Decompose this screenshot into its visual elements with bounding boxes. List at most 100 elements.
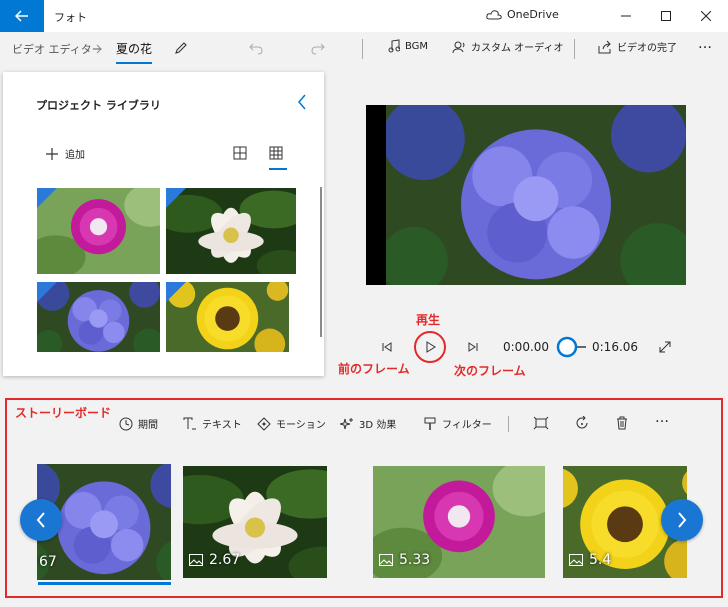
clip-duration-label: 5.33: [379, 552, 430, 568]
chevron-left-icon: [298, 94, 306, 110]
breadcrumb-current[interactable]: 夏の花: [116, 40, 153, 64]
next-frame-annotation: 次のフレーム: [454, 364, 526, 378]
breadcrumb-parent[interactable]: ビデオ エディター: [12, 41, 103, 57]
redo-button[interactable]: [308, 38, 328, 58]
bgm-label: BGM: [405, 40, 429, 52]
more-icon: …: [655, 410, 669, 426]
storyboard-more-button[interactable]: …: [655, 410, 669, 426]
collapse-library-button[interactable]: [297, 94, 307, 113]
storyboard-clip[interactable]: 5.33: [373, 466, 545, 578]
3d-effects-button[interactable]: 3D 効果: [340, 416, 396, 431]
motion-icon: [257, 416, 271, 431]
brush-icon: [424, 417, 436, 430]
onedrive-label: OneDrive: [507, 8, 559, 21]
library-item[interactable]: [166, 282, 289, 352]
motion-button[interactable]: モーション: [257, 416, 326, 431]
duration-button[interactable]: 期間: [119, 416, 158, 431]
rotate-icon: [576, 416, 588, 429]
next-frame-button[interactable]: [464, 338, 482, 356]
library-item[interactable]: [166, 188, 296, 274]
maximize-icon: [661, 11, 671, 21]
next-frame-icon: [468, 342, 478, 352]
clip-duration-label: 67: [39, 554, 57, 570]
clip-duration: 5.33: [399, 552, 431, 568]
total-time: 0:16.06: [592, 340, 639, 354]
library-scrollbar[interactable]: [320, 187, 322, 337]
text-button[interactable]: テキスト: [183, 416, 242, 431]
maximize-button[interactable]: [644, 0, 688, 32]
delete-button[interactable]: [615, 416, 629, 430]
expand-icon: [659, 341, 671, 353]
project-library-panel: プロジェクト ライブラリ 追加: [3, 72, 324, 376]
play-button[interactable]: [421, 338, 439, 356]
custom-audio-label: カスタム オーディオ: [471, 43, 564, 54]
arrow-left-icon: [15, 10, 28, 22]
undo-icon: [249, 43, 263, 55]
scroll-right-button[interactable]: [661, 499, 703, 541]
undo-button[interactable]: [246, 38, 266, 58]
text-label: テキスト: [202, 420, 242, 431]
storyboard-clip[interactable]: 2.67: [183, 466, 327, 578]
divider: [508, 416, 509, 432]
previous-frame-icon: [382, 342, 392, 352]
fullscreen-button[interactable]: [656, 338, 674, 356]
redo-icon: [311, 43, 325, 55]
play-icon: [426, 341, 436, 353]
crop-button[interactable]: [533, 416, 549, 430]
filter-button[interactable]: フィルター: [423, 416, 492, 431]
used-marker: [166, 282, 186, 302]
seek-slider-graphic: [556, 336, 586, 358]
selected-clip-indicator: [38, 582, 171, 585]
sparkle-icon: [340, 417, 353, 429]
back-button[interactable]: [0, 0, 44, 32]
finish-video-label: ビデオの完了: [617, 43, 677, 54]
resize-crop-icon: [533, 416, 549, 430]
seek-slider[interactable]: [556, 336, 586, 358]
chevron-right-icon: [678, 512, 687, 528]
video-preview[interactable]: [366, 105, 686, 285]
more-options-button[interactable]: …: [698, 36, 712, 52]
minimize-button[interactable]: [604, 0, 648, 32]
small-thumbnail-view-button[interactable]: [269, 146, 287, 170]
divider: [362, 39, 363, 59]
storyboard-panel: ストーリーボード 期間 テキスト モーション 3D 効果 フィルター … 67: [5, 398, 723, 598]
photo-icon: [379, 554, 393, 566]
grid-large-icon: [233, 146, 247, 160]
share-export-icon: [598, 40, 611, 53]
clip-duration-label: 5.4: [569, 552, 611, 568]
add-label: 追加: [65, 150, 85, 161]
rotate-button[interactable]: [575, 416, 589, 430]
trash-icon: [617, 416, 627, 430]
current-time: 0:00.00: [503, 340, 550, 354]
scroll-left-button[interactable]: [20, 499, 62, 541]
rename-button[interactable]: [171, 38, 191, 58]
chevron-left-icon: [36, 512, 45, 528]
close-icon: [701, 11, 711, 21]
onedrive-status[interactable]: OneDrive: [486, 8, 559, 21]
filter-label: フィルター: [442, 420, 492, 431]
add-media-button[interactable]: 追加: [45, 146, 85, 161]
clock-icon: [119, 417, 133, 430]
close-button[interactable]: [684, 0, 728, 32]
grid-small-icon: [269, 146, 283, 160]
bgm-button[interactable]: BGM: [388, 39, 428, 53]
finish-video-button[interactable]: ビデオの完了: [598, 39, 677, 54]
chevron-right-icon: [96, 44, 102, 54]
clip-duration-label: 2.67: [189, 552, 240, 568]
library-item[interactable]: [37, 282, 160, 352]
prev-frame-annotation: 前のフレーム: [338, 362, 410, 376]
text-icon: [183, 417, 196, 429]
pencil-icon: [175, 42, 187, 54]
custom-audio-button[interactable]: カスタム オーディオ: [452, 39, 563, 54]
large-thumbnail-view-button[interactable]: [233, 146, 249, 162]
previous-frame-button[interactable]: [378, 338, 396, 356]
divider: [574, 39, 575, 59]
photo-icon: [569, 554, 583, 566]
storyboard-title: ストーリーボード: [15, 406, 112, 420]
person-audio-icon: [452, 41, 465, 53]
app-title: フォト: [54, 11, 87, 24]
title-bar: フォト OneDrive: [0, 0, 728, 32]
minimize-icon: [621, 15, 631, 17]
library-item[interactable]: [37, 188, 160, 274]
hydrangea-preview-image: [366, 105, 686, 285]
